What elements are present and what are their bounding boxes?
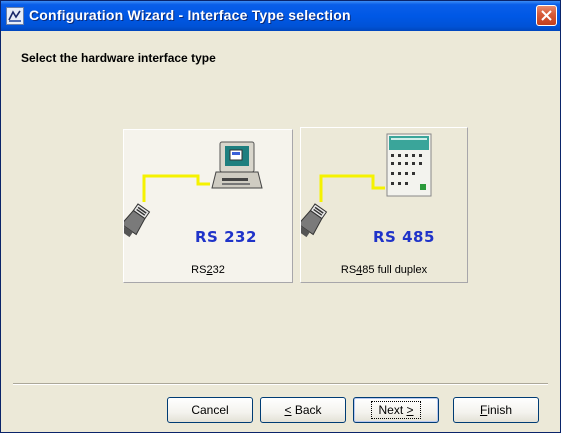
computer-cable-icon (124, 141, 263, 238)
page-heading: Select the hardware interface type (21, 51, 216, 65)
rs485-label: RS485 full duplex (340, 264, 428, 276)
option-rs232[interactable]: RS 232 RS232 (123, 129, 293, 283)
close-icon (541, 10, 552, 21)
close-button[interactable] (536, 5, 557, 26)
app-icon (6, 7, 24, 25)
footer-separator (13, 383, 548, 385)
rs232-code: RS 232 (195, 228, 257, 246)
back-button[interactable]: < Back (260, 397, 346, 423)
wizard-window: Configuration Wizard - Interface Type se… (0, 0, 561, 433)
wizard-body: Select the hardware interface type RS 23… (1, 31, 560, 432)
next-button[interactable]: Next > (353, 397, 439, 423)
rs232-label: RS232 (191, 264, 225, 276)
cancel-button[interactable]: Cancel (167, 397, 253, 423)
option-rs485[interactable]: RS 485 RS485 full duplex (300, 127, 468, 283)
plc-cable-icon (301, 133, 432, 238)
rs485-code: RS 485 (373, 228, 435, 246)
finish-button[interactable]: Finish (453, 397, 539, 423)
title-bar[interactable]: Configuration Wizard - Interface Type se… (1, 1, 560, 31)
window-title: Configuration Wizard - Interface Type se… (29, 7, 351, 23)
